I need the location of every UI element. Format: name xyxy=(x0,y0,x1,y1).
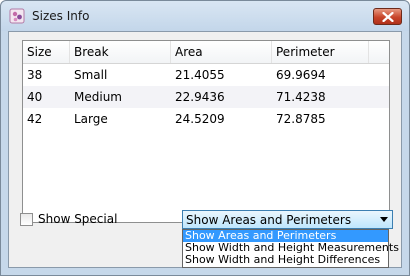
close-icon xyxy=(382,12,394,22)
close-button[interactable] xyxy=(373,8,402,25)
view-mode-dropdown: Show Areas and Perimeters Show Width and… xyxy=(182,229,399,268)
show-special-label[interactable]: Show Special xyxy=(38,212,117,226)
title-bar[interactable]: Sizes Info xyxy=(1,1,409,31)
table-row[interactable]: 42 Large 24.5209 72.8785 xyxy=(23,108,389,130)
cell-size: 40 xyxy=(27,90,43,104)
cell-perimeter: 72.8785 xyxy=(276,112,326,126)
cell-area: 22.9436 xyxy=(175,90,225,104)
show-special-checkbox[interactable] xyxy=(20,213,33,226)
cell-area: 24.5209 xyxy=(175,112,225,126)
cell-size: 38 xyxy=(27,68,43,82)
column-header-break[interactable]: Break xyxy=(70,41,171,63)
window-title: Sizes Info xyxy=(32,9,90,23)
app-icon xyxy=(9,8,25,24)
cell-perimeter: 71.4238 xyxy=(276,90,326,104)
table-row[interactable]: 38 Small 21.4055 69.9694 xyxy=(23,64,389,86)
column-header-area[interactable]: Area xyxy=(171,41,272,63)
column-header-size[interactable]: Size xyxy=(23,41,70,63)
view-mode-select[interactable]: Show Areas and Perimeters xyxy=(182,210,393,229)
sizes-info-window: Sizes Info Size Break Area Perimeter 38 … xyxy=(0,0,410,276)
cell-perimeter: 69.9694 xyxy=(276,68,326,82)
column-header-perimeter[interactable]: Perimeter xyxy=(272,41,369,63)
dialog-body: Size Break Area Perimeter 38 Small 21.40… xyxy=(8,31,402,268)
cell-area: 21.4055 xyxy=(175,68,225,82)
chevron-down-icon xyxy=(380,217,388,222)
sizes-table[interactable]: Size Break Area Perimeter 38 Small 21.40… xyxy=(22,40,390,223)
cell-break: Small xyxy=(74,68,108,82)
cell-size: 42 xyxy=(27,112,43,126)
cell-break: Medium xyxy=(74,90,122,104)
table-row[interactable]: 40 Medium 22.9436 71.4238 xyxy=(23,86,389,108)
option-show-width-height-differences[interactable]: Show Width and Height Differences xyxy=(183,254,388,266)
cell-break: Large xyxy=(74,112,108,126)
table-header: Size Break Area Perimeter xyxy=(23,41,389,64)
view-mode-selected: Show Areas and Perimeters xyxy=(186,213,352,227)
